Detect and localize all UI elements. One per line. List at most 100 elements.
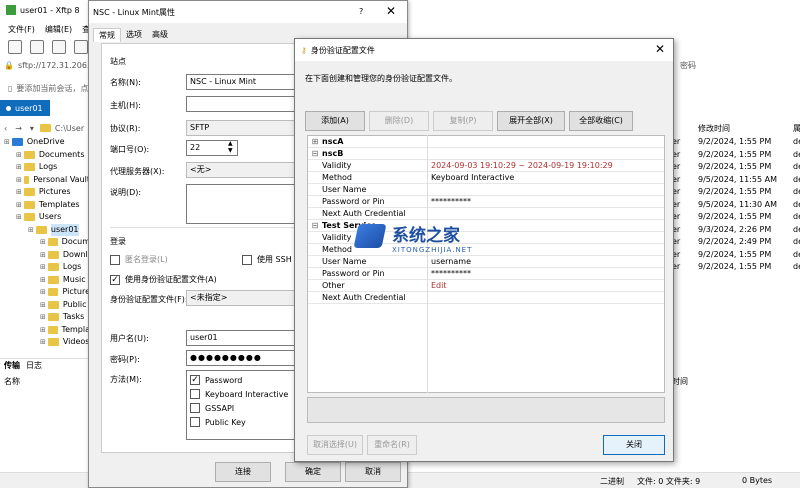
expand-icon[interactable]: ⊞: [40, 299, 46, 312]
profile-property-row[interactable]: Other Edit: [308, 280, 664, 292]
remote-row[interactable]: er9/2/2024, 1:55 PMde: [672, 261, 800, 274]
tab-log[interactable]: 日志: [26, 360, 42, 371]
close-icon[interactable]: ✕: [386, 4, 396, 18]
tree-item[interactable]: ⊞ Downl: [4, 249, 90, 262]
connect-button[interactable]: 连接: [215, 462, 271, 482]
expand-icon[interactable]: ⊞: [16, 149, 22, 162]
auth-btn-1[interactable]: 删除(D): [369, 111, 429, 131]
tab-transfer[interactable]: 传输: [4, 360, 20, 371]
port-spinner-icon[interactable]: ▲ ▼: [228, 140, 233, 154]
tree-item[interactable]: ⊞ Personal Vault: [4, 174, 90, 187]
method-checkbox[interactable]: ✓: [190, 375, 200, 385]
remote-row[interactable]: er9/2/2024, 2:49 PMde: [672, 236, 800, 249]
session-tab[interactable]: user01: [0, 100, 50, 116]
collapse-icon[interactable]: ⊟: [308, 220, 322, 231]
tree-item[interactable]: ⊞ Picture: [4, 286, 90, 299]
expand-icon[interactable]: ⊞: [16, 199, 22, 212]
profile-property-row[interactable]: Method Keyboard Interactive: [308, 172, 664, 184]
forward-arrow-icon[interactable]: →: [15, 124, 22, 133]
profile-group[interactable]: ⊟ nscB: [308, 148, 664, 160]
expand-icon[interactable]: ⊞: [4, 136, 10, 149]
tree-item[interactable]: ⊞ Tasks: [4, 311, 90, 324]
unlink-icon[interactable]: [74, 40, 88, 54]
tree-item[interactable]: ⊞ Docum: [4, 236, 90, 249]
tree-item[interactable]: ⊞ Music: [4, 274, 90, 287]
new-session-icon[interactable]: [8, 40, 22, 54]
profile-property-row[interactable]: Validity 2024-09-03 19:10:29 ~ 2024-09-19…: [308, 160, 664, 172]
dropdown-icon[interactable]: ▾: [30, 124, 34, 133]
use-profile-checkbox-box[interactable]: ✓: [110, 274, 120, 285]
profile-property-row[interactable]: Password or Pin **********: [308, 196, 664, 208]
ok-button[interactable]: 确定: [285, 462, 341, 482]
remote-row[interactable]: er9/2/2024, 1:55 PMde: [672, 149, 800, 162]
expand-icon[interactable]: ⊞: [40, 261, 46, 274]
method-checkbox[interactable]: [190, 417, 200, 427]
profile-property-row[interactable]: User Name: [308, 184, 664, 196]
transfer-name-header[interactable]: 名称: [4, 376, 20, 387]
profile-group[interactable]: ⊞ nscA: [308, 136, 664, 148]
auth-close-button[interactable]: 关闭: [603, 435, 665, 455]
tree-item[interactable]: ⊞ Templa: [4, 324, 90, 337]
property-value[interactable]: **********: [428, 268, 664, 279]
expand-icon[interactable]: ⊞: [40, 311, 46, 324]
open-folder-icon[interactable]: [30, 40, 44, 54]
expand-icon[interactable]: ⊞: [308, 136, 322, 147]
deselect-button[interactable]: 取消选择(U): [307, 435, 363, 455]
profile-property-row[interactable]: Next Auth Credential: [308, 292, 664, 304]
link-icon[interactable]: [52, 40, 66, 54]
remote-row[interactable]: er9/5/2024, 11:30 AMde: [672, 199, 800, 212]
tab-general[interactable]: 常规: [93, 27, 121, 42]
property-value[interactable]: Edit: [428, 280, 664, 291]
method-checkbox[interactable]: [190, 403, 200, 413]
tree-item[interactable]: ⊞ Pictures: [4, 186, 90, 199]
tree-item[interactable]: ⊞ OneDrive: [4, 136, 90, 149]
tree-item[interactable]: ⊞ Videos: [4, 336, 90, 346]
transfer-time-header[interactable]: 时间: [672, 376, 688, 387]
expand-icon[interactable]: ⊞: [16, 186, 22, 199]
expand-icon[interactable]: ⊞: [16, 211, 22, 224]
menu-file[interactable]: 文件(F): [8, 24, 35, 35]
anon-checkbox-box[interactable]: [110, 254, 120, 265]
remote-row[interactable]: er9/2/2024, 1:55 PMde: [672, 136, 800, 149]
anon-login-checkbox[interactable]: 匿名登录(L): [110, 254, 168, 265]
remote-row[interactable]: er9/3/2024, 2:26 PMde: [672, 224, 800, 237]
cancel-button[interactable]: 取消: [345, 462, 401, 482]
remote-row[interactable]: er9/2/2024, 1:55 PMde: [672, 186, 800, 199]
auth-btn-3[interactable]: 展开全部(X): [497, 111, 565, 131]
use-profile-checkbox[interactable]: ✓ 使用身份验证配置文件(A): [110, 274, 217, 285]
property-value[interactable]: [428, 184, 664, 195]
tab-options[interactable]: 选项: [121, 28, 147, 41]
expand-icon[interactable]: ⊞: [40, 274, 46, 287]
property-value[interactable]: **********: [428, 196, 664, 207]
help-button[interactable]: ?: [359, 7, 363, 16]
expand-icon[interactable]: ⊞: [16, 174, 22, 187]
property-value[interactable]: Keyboard Interactive: [428, 172, 664, 183]
tree-item[interactable]: ⊞ Logs: [4, 261, 90, 274]
expand-icon[interactable]: ⊞: [16, 161, 22, 174]
auth-btn-4[interactable]: 全部收缩(C): [569, 111, 633, 131]
ssh-checkbox-box[interactable]: [242, 254, 252, 265]
property-value[interactable]: 2024-09-03 19:10:29 ~ 2024-09-19 19:10:2…: [428, 160, 664, 171]
local-path[interactable]: C:\User: [55, 124, 84, 133]
remote-header-attr[interactable]: 属: [793, 123, 800, 134]
property-value[interactable]: [428, 208, 664, 219]
address-bar[interactable]: 🔒 sftp://172.31.206.8: [4, 58, 95, 72]
expand-icon[interactable]: ⊞: [40, 249, 46, 262]
tree-item[interactable]: ⊞ Templates: [4, 199, 90, 212]
remote-row[interactable]: er9/2/2024, 1:55 PMde: [672, 161, 800, 174]
remote-header-modified[interactable]: 修改时间: [698, 123, 730, 134]
auth-btn-0[interactable]: 添加(A): [305, 111, 365, 131]
tree-item[interactable]: ⊞ user01: [4, 223, 90, 236]
profile-property-row[interactable]: Password or Pin **********: [308, 268, 664, 280]
remote-tab[interactable]: 密码: [680, 60, 696, 71]
menu-edit[interactable]: 编辑(E): [45, 24, 72, 35]
tab-advanced[interactable]: 高级: [147, 28, 173, 41]
remote-row[interactable]: er9/5/2024, 11:55 AMde: [672, 174, 800, 187]
expand-icon[interactable]: ⊞: [40, 236, 46, 249]
property-value[interactable]: [428, 292, 664, 303]
remote-row[interactable]: er9/2/2024, 1:55 PMde: [672, 211, 800, 224]
collapse-icon[interactable]: ⊟: [308, 148, 322, 159]
auth-btn-2[interactable]: 复制(P): [433, 111, 493, 131]
tree-item[interactable]: ⊞ Documents: [4, 149, 90, 162]
tree-item[interactable]: ⊞ Public: [4, 299, 90, 312]
